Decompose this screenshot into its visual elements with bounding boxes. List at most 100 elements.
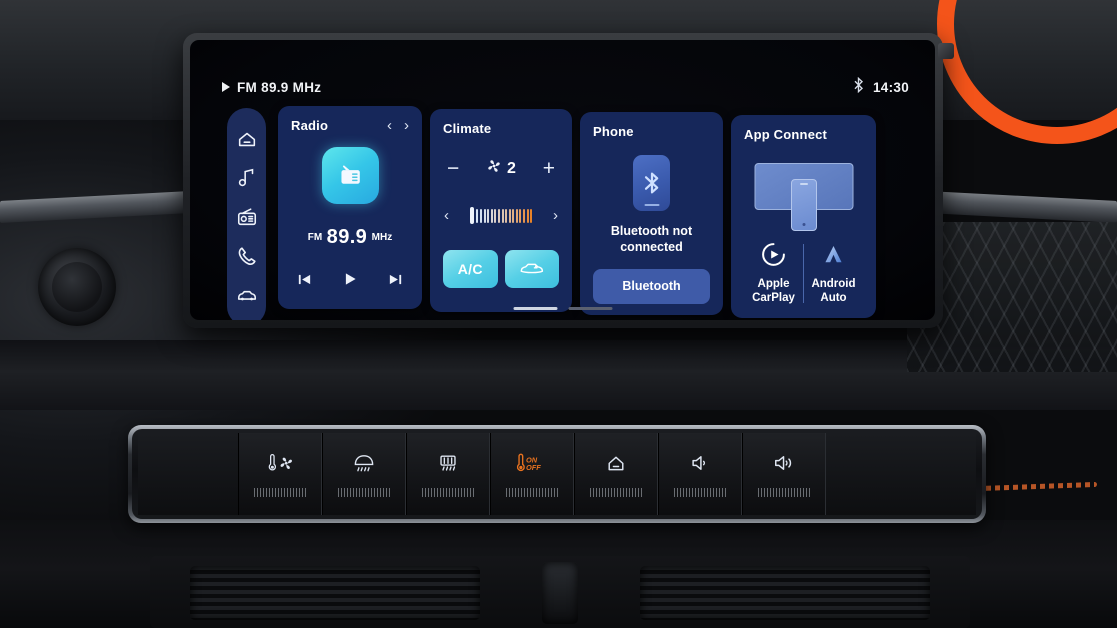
- skip-previous-icon[interactable]: [296, 271, 313, 288]
- temperature-tick: [479, 208, 482, 223]
- temperature-tick: [508, 208, 511, 223]
- ac-onoff-button[interactable]: ON OFF: [490, 433, 574, 515]
- fan-increase-button[interactable]: +: [543, 158, 555, 179]
- fan-icon: [486, 158, 502, 179]
- air-recirculation-button[interactable]: [504, 250, 559, 288]
- button-texture-strip: [505, 488, 559, 497]
- sidebar-item-phone[interactable]: [234, 243, 260, 269]
- infotainment-head-unit: FM 89.9 MHz 14:30 Radio ‹ › FM 89.9 MHz …: [183, 33, 954, 328]
- android-auto-label: Android Auto: [811, 278, 856, 305]
- screen-mirroring-icon: [744, 155, 863, 233]
- ac-toggle-label: A/C: [457, 261, 483, 277]
- fan-speed-display: 2: [486, 158, 516, 179]
- page-indicator-1[interactable]: [513, 307, 557, 310]
- temperature-tick: [523, 208, 526, 223]
- app-connect-card-title: App Connect: [744, 127, 828, 142]
- card-app-connect[interactable]: App Connect Apple CarPlay Android Auto: [731, 115, 876, 318]
- ambient-light-strip: [976, 481, 1098, 492]
- temperature-tick: [530, 208, 533, 223]
- app-connect-options: Apple CarPlay Android Auto: [744, 242, 863, 305]
- sidebar-item-vehicle[interactable]: [234, 282, 260, 308]
- temperature-tick: [483, 208, 486, 223]
- console-vent-left: [190, 566, 480, 620]
- fan-decrease-button[interactable]: −: [447, 158, 459, 179]
- bluetooth-button[interactable]: Bluetooth: [593, 268, 710, 304]
- temp-increase-chevron[interactable]: ›: [553, 207, 558, 224]
- volume-down-button[interactable]: [658, 433, 742, 515]
- volume-up-button[interactable]: [742, 433, 826, 515]
- card-radio[interactable]: Radio ‹ › FM 89.9 MHz: [278, 106, 422, 309]
- thermometer-fan-icon: [263, 451, 297, 475]
- thermometer-onoff-icon: ON OFF: [513, 451, 551, 475]
- app-connect-card-header: App Connect: [744, 127, 863, 142]
- card-climate[interactable]: Climate − 2 + ‹ › A/C: [430, 109, 572, 312]
- ac-toggle-button[interactable]: A/C: [443, 250, 498, 288]
- climate-control-button[interactable]: [238, 433, 322, 515]
- apple-carplay-option[interactable]: Apple CarPlay: [744, 242, 803, 305]
- radio-app-icon[interactable]: [321, 147, 379, 204]
- clock-label: 14:30: [872, 79, 909, 95]
- button-panel-pad-right: [826, 433, 976, 515]
- radio-frequency-value: 89.9: [326, 226, 368, 248]
- volume-low-icon: [688, 451, 712, 475]
- bluetooth-button-label: Bluetooth: [622, 279, 681, 293]
- bluetooth-icon: [853, 76, 864, 98]
- infotainment-screen[interactable]: FM 89.9 MHz 14:30 Radio ‹ › FM 89.9 MHz …: [190, 40, 935, 320]
- button-texture-strip: [589, 488, 643, 497]
- sidebar-item-media[interactable]: [234, 165, 260, 191]
- temperature-slider[interactable]: ‹ ›: [443, 207, 559, 224]
- source-label: FM 89.9 MHz: [237, 79, 322, 95]
- rear-defrost-button[interactable]: [406, 433, 490, 515]
- console-vent-right: [640, 566, 930, 620]
- sidebar-item-home[interactable]: [234, 126, 260, 152]
- play-icon[interactable]: [341, 270, 359, 288]
- physical-button-row: ON OFF: [132, 429, 982, 519]
- navigation-sidebar: [227, 108, 266, 320]
- apple-carplay-label: Apple CarPlay: [752, 278, 795, 305]
- status-bar-source[interactable]: FM 89.9 MHz: [222, 80, 321, 95]
- phone-card-header: Phone: [593, 124, 710, 139]
- button-texture-strip: [421, 488, 475, 497]
- center-console: [150, 556, 970, 628]
- page-indicator: [513, 307, 612, 310]
- apple-carplay-icon: [761, 242, 786, 272]
- page-indicator-2[interactable]: [568, 307, 612, 310]
- status-bar: FM 89.9 MHz 14:30: [190, 76, 935, 98]
- chevron-right-icon[interactable]: ›: [404, 118, 409, 133]
- chevron-left-icon[interactable]: ‹: [387, 118, 392, 133]
- play-triangle-icon: [222, 82, 230, 92]
- button-texture-strip: [757, 488, 811, 497]
- climate-card-title: Climate: [443, 121, 492, 136]
- radio-frequency-display: FM 89.9 MHz: [291, 226, 409, 249]
- temperature-tick: [501, 208, 504, 223]
- chrome-trim-right: [927, 191, 1117, 223]
- temperature-tick: [490, 208, 493, 223]
- temperature-bar-scale: [469, 207, 533, 224]
- phone-card-title: Phone: [593, 124, 634, 139]
- card-phone[interactable]: Phone Bluetooth not connected Bluetooth: [580, 112, 723, 315]
- recirculation-icon: [518, 259, 546, 279]
- phone-status-text: Bluetooth not connected: [610, 224, 693, 254]
- temperature-slider-handle[interactable]: [469, 207, 474, 224]
- radio-card-title: Radio: [291, 118, 329, 133]
- status-bar-right: 14:30: [853, 76, 909, 98]
- front-defrost-icon: [351, 451, 377, 475]
- button-panel-pad-left: [138, 433, 238, 515]
- radio-band-label: FM: [307, 232, 323, 243]
- front-defrost-button[interactable]: [322, 433, 406, 515]
- skip-next-icon[interactable]: [387, 271, 404, 288]
- android-auto-option[interactable]: Android Auto: [804, 242, 863, 305]
- home-button[interactable]: [574, 433, 658, 515]
- temperature-tick: [519, 208, 522, 223]
- volume-high-icon: [771, 451, 797, 475]
- chrome-trim-left: [0, 191, 190, 223]
- temperature-tick: [526, 208, 529, 223]
- radio-preset-nav: ‹ ›: [387, 118, 409, 133]
- air-vent-left-inner: [52, 262, 102, 312]
- temp-decrease-chevron[interactable]: ‹: [444, 207, 449, 224]
- sidebar-item-radio[interactable]: [234, 204, 260, 230]
- temperature-tick: [505, 208, 508, 223]
- climate-toggle-buttons: A/C: [443, 250, 559, 288]
- temperature-tick: [494, 208, 497, 223]
- phone-graphic: [790, 179, 817, 231]
